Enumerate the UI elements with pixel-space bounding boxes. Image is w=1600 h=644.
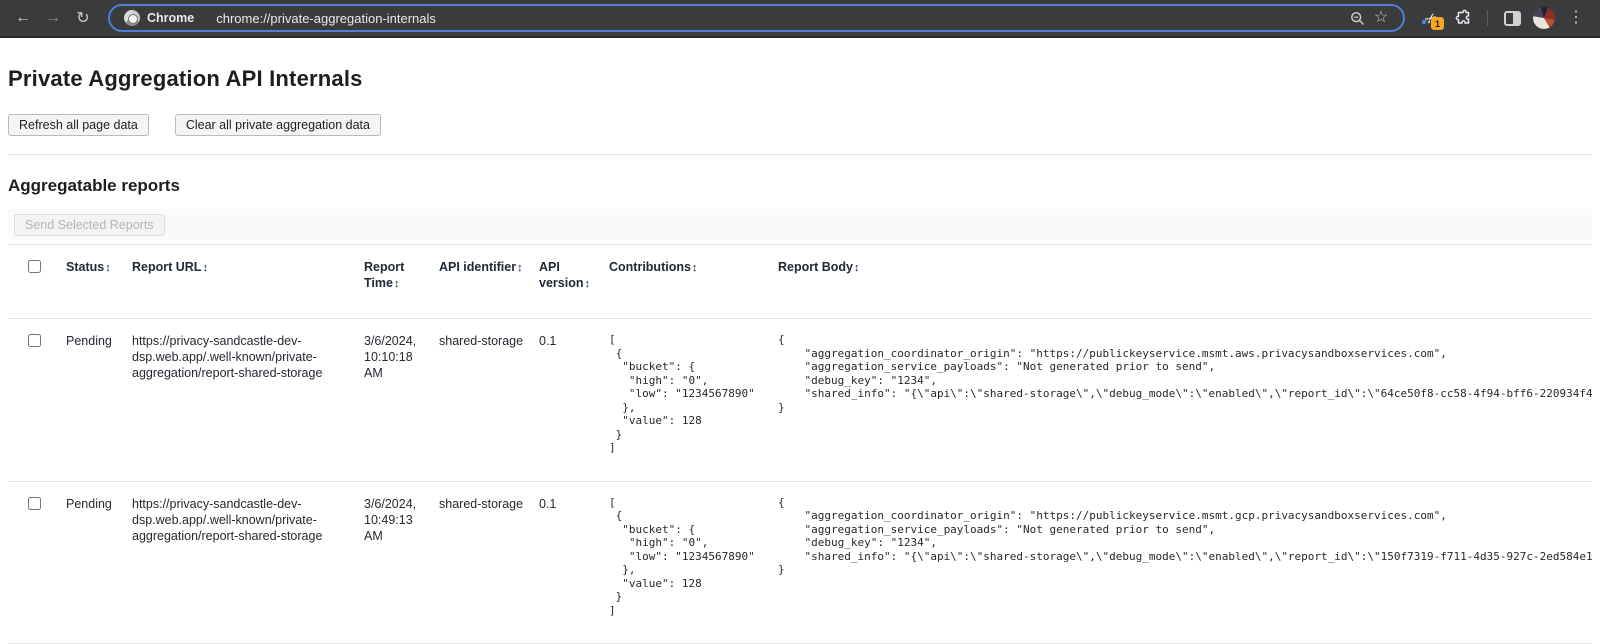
report-body-json: { "aggregation_coordinator_origin": "htt… <box>778 333 1580 414</box>
side-panel-icon[interactable] <box>1498 4 1526 32</box>
chrome-logo-icon <box>124 10 140 26</box>
api-identifier-cell: shared-storage <box>439 481 539 644</box>
table-toolbar: Send Selected Reports <box>8 209 1592 240</box>
back-icon[interactable]: ← <box>10 5 36 31</box>
reports-table: Status↕ Report URL↕ Report Time↕ API ide… <box>8 244 1592 644</box>
clear-all-button[interactable]: Clear all private aggregation data <box>175 114 381 136</box>
sort-icon: ↕ <box>517 262 523 274</box>
report-body-json: { "aggregation_coordinator_origin": "htt… <box>778 496 1580 577</box>
reload-icon[interactable]: ↻ <box>70 5 96 31</box>
extensions-puzzle-icon[interactable] <box>1449 4 1477 32</box>
contributions-json: [ { "bucket": { "high": "0", "low": "123… <box>609 496 766 618</box>
sort-icon: ↕ <box>692 262 698 274</box>
report-body-cell: { "aggregation_coordinator_origin": "htt… <box>778 319 1592 482</box>
avatar <box>1533 7 1555 29</box>
sort-icon: ↕ <box>854 262 860 274</box>
column-header-api-version[interactable]: API version↕ <box>539 245 609 319</box>
row-checkbox[interactable] <box>28 497 41 510</box>
section-divider <box>8 154 1592 155</box>
sort-icon: ↕ <box>105 262 111 274</box>
table-row: Pending https://privacy-sandcastle-dev-d… <box>8 481 1592 644</box>
page-content: Private Aggregation API Internals Refres… <box>0 66 1600 644</box>
report-time-cell: 3/6/2024, 10:49:13 AM <box>364 481 439 644</box>
api-identifier-cell: shared-storage <box>439 319 539 482</box>
column-header-report-time[interactable]: Report Time↕ <box>364 245 439 319</box>
top-actions: Refresh all page data Clear all private … <box>8 114 1592 136</box>
page-title: Private Aggregation API Internals <box>8 66 1592 92</box>
url-text[interactable]: chrome://private-aggregation-internals <box>216 11 1345 26</box>
address-bar[interactable]: Chrome chrome://private-aggregation-inte… <box>108 4 1405 32</box>
forward-icon[interactable]: → <box>40 5 66 31</box>
section-heading: Aggregatable reports <box>8 176 1592 196</box>
chrome-scheme-chip[interactable]: Chrome <box>120 8 202 28</box>
status-cell: Pending <box>66 319 132 482</box>
table-header-row: Status↕ Report URL↕ Report Time↕ API ide… <box>8 245 1592 319</box>
sort-icon: ↕ <box>394 278 400 290</box>
toolbar-divider <box>1487 10 1488 26</box>
column-header-status[interactable]: Status↕ <box>66 245 132 319</box>
report-url-cell: https://privacy-sandcastle-dev-dsp.web.a… <box>132 481 364 644</box>
column-header-report-body[interactable]: Report Body↕ <box>778 245 1592 319</box>
contributions-cell: [ { "bucket": { "high": "0", "low": "123… <box>609 319 778 482</box>
chrome-chip-label: Chrome <box>147 11 194 25</box>
api-version-cell: 0.1 <box>539 481 609 644</box>
column-header-contributions[interactable]: Contributions↕ <box>609 245 778 319</box>
refresh-all-button[interactable]: Refresh all page data <box>8 114 149 136</box>
row-checkbox[interactable] <box>28 334 41 347</box>
profile-avatar[interactable] <box>1530 4 1558 32</box>
api-version-cell: 0.1 <box>539 319 609 482</box>
browser-toolbar: ← → ↻ Chrome chrome://private-aggregatio… <box>0 0 1600 38</box>
extension-badge: 1 <box>1431 17 1444 30</box>
report-url-cell: https://privacy-sandcastle-dev-dsp.web.a… <box>132 319 364 482</box>
row-select-cell <box>8 481 66 644</box>
send-selected-reports-button[interactable]: Send Selected Reports <box>14 214 165 236</box>
column-header-api-identifier[interactable]: API identifier↕ <box>439 245 539 319</box>
bookmark-star-icon[interactable]: ☆ <box>1369 6 1393 30</box>
scissors-extension-icon[interactable]: ✂ 1 <box>1417 4 1445 32</box>
contributions-cell: [ { "bucket": { "high": "0", "low": "123… <box>609 481 778 644</box>
contributions-json: [ { "bucket": { "high": "0", "low": "123… <box>609 333 766 455</box>
select-all-cell <box>8 245 66 319</box>
column-header-report-url[interactable]: Report URL↕ <box>132 245 364 319</box>
sort-icon: ↕ <box>202 262 208 274</box>
report-time-cell: 3/6/2024, 10:10:18 AM <box>364 319 439 482</box>
sort-icon: ↕ <box>584 278 590 290</box>
report-body-cell: { "aggregation_coordinator_origin": "htt… <box>778 481 1592 644</box>
select-all-checkbox[interactable] <box>28 260 41 273</box>
row-select-cell <box>8 319 66 482</box>
search-icon[interactable] <box>1345 6 1369 30</box>
table-row: Pending https://privacy-sandcastle-dev-d… <box>8 319 1592 482</box>
status-cell: Pending <box>66 481 132 644</box>
scissors-blue-dot <box>1422 20 1426 24</box>
browser-menu-icon[interactable]: ⋮ <box>1562 4 1590 32</box>
